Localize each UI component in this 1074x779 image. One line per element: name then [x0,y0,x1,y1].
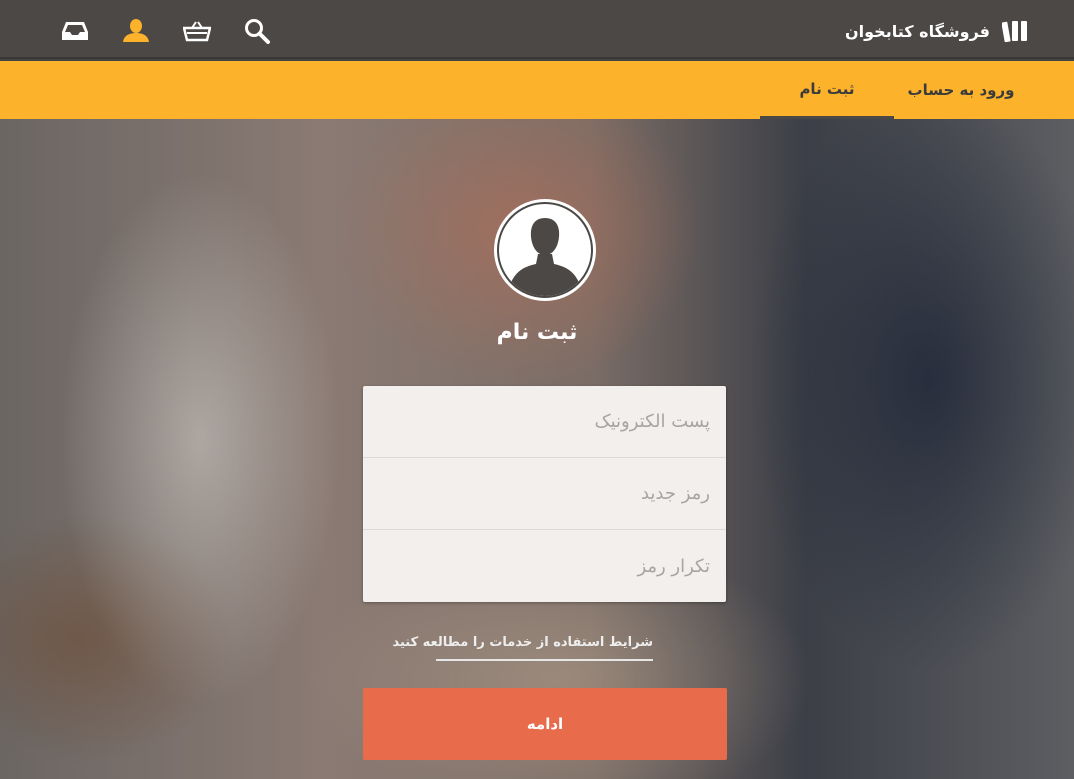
tab-register[interactable]: ثبت نام [760,61,894,119]
user-silhouette-icon [497,202,593,298]
user-icon[interactable] [122,17,150,45]
tab-bar: ورود به حساب ثبت نام [0,61,1074,119]
tab-register-label: ثبت نام [799,79,855,98]
brand[interactable]: فروشگاه کتابخوان [845,19,1028,43]
avatar [494,199,596,301]
top-navigation-bar: فروشگاه کتابخوان [0,0,1074,59]
tab-login[interactable]: ورود به حساب [894,61,1028,119]
tab-login-label: ورود به حساب [907,81,1015,99]
form-title: ثبت نام [496,320,578,345]
brand-name: فروشگاه کتابخوان [845,21,990,41]
new-password-field[interactable] [363,458,726,530]
email-field[interactable] [363,386,726,458]
inbox-icon[interactable] [61,17,89,45]
continue-button[interactable]: ادامه [363,688,727,760]
basket-icon[interactable] [183,17,211,45]
search-icon[interactable] [243,17,271,45]
books-logo-icon [1001,20,1028,43]
terms-link[interactable]: شرایط استفاده از خدمات را مطالعه کنید [392,635,653,661]
registration-form [363,386,726,602]
confirm-password-field[interactable] [363,530,726,602]
